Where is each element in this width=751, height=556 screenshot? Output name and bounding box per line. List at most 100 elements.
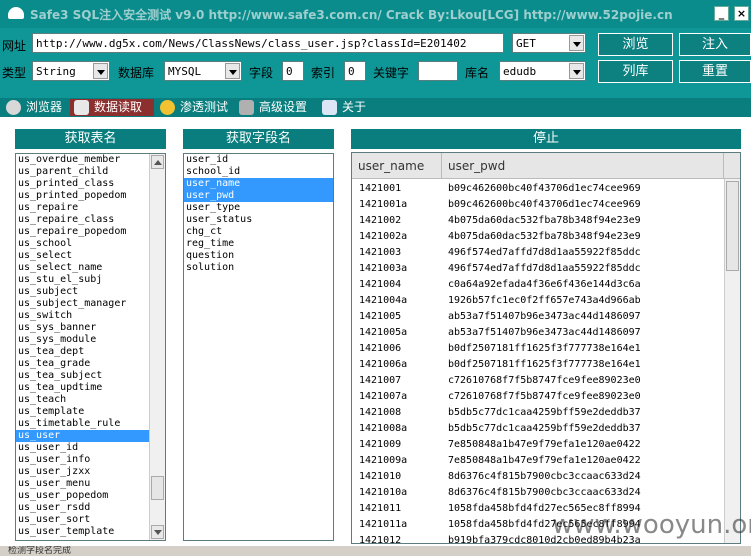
close-button[interactable]: × xyxy=(734,6,749,21)
table-list-item[interactable]: us_switch xyxy=(16,310,149,322)
table-list-item[interactable]: us_tea_updtime xyxy=(16,382,149,394)
table-list-item[interactable]: us_repaire xyxy=(16,202,149,214)
cell-user-name: 1421003 xyxy=(359,247,402,258)
globe-icon xyxy=(6,100,21,115)
keyword-input[interactable] xyxy=(418,61,458,81)
field-list-item[interactable]: question xyxy=(184,250,333,262)
dbname-select[interactable]: edudb xyxy=(499,61,586,81)
table-list-item[interactable]: us_user_jzxx xyxy=(16,466,149,478)
column-header-user-name[interactable]: user_name xyxy=(352,153,442,179)
table-list-item[interactable]: us_user_id xyxy=(16,442,149,454)
table-list-item[interactable]: us_select_name xyxy=(16,262,149,274)
field-list-item[interactable]: school_id xyxy=(184,166,333,178)
table-row[interactable]: 1421007 c72610768f7f5b8747fce9fee89023e0 xyxy=(352,373,724,389)
tables-list[interactable]: us_overdue_member us_parent_child us_print… xyxy=(15,153,166,541)
table-row[interactable]: 1421008 b5db5c77dc1caa4259bff59e2deddb37 xyxy=(352,405,724,421)
tab-advanced[interactable]: 高级设置 xyxy=(235,99,315,116)
table-list-item[interactable]: us_stu_el_subj xyxy=(16,274,149,286)
chevron-down-icon xyxy=(93,63,108,79)
field-list-item[interactable]: user_pwd xyxy=(184,190,333,202)
scroll-down-icon[interactable] xyxy=(151,525,164,539)
inject-button[interactable]: 注入 xyxy=(679,33,751,56)
minimize-button[interactable]: _ xyxy=(714,6,729,21)
tab-pentest[interactable]: 渗透测试 xyxy=(156,99,232,116)
table-list-item[interactable]: us_user xyxy=(16,430,149,442)
table-row[interactable]: 1421010a 8d6376c4f815b7900cbc3ccaac633d24 xyxy=(352,485,724,501)
stop-button[interactable]: 停止 xyxy=(351,129,741,149)
scroll-thumb[interactable] xyxy=(151,476,164,500)
table-list-item[interactable]: us_timetable_rule xyxy=(16,418,149,430)
index-input[interactable]: 0 xyxy=(344,61,366,81)
field-list-item[interactable]: user_type xyxy=(184,202,333,214)
table-list-item[interactable]: us_user_template xyxy=(16,526,149,538)
table-row[interactable]: 1421007a c72610768f7f5b8747fce9fee89023e0 xyxy=(352,389,724,405)
table-list-item[interactable]: us_overdue_member xyxy=(16,154,149,166)
scroll-up-icon[interactable] xyxy=(151,155,164,169)
fields-header[interactable]: 获取字段名 xyxy=(183,129,334,149)
field-list-item[interactable]: user_id xyxy=(184,154,333,166)
type-select[interactable]: String xyxy=(32,61,110,81)
table-row[interactable]: 1421004a 1926b57fc1ec0f2ff657e743a4d966ab xyxy=(352,293,724,309)
table-row[interactable]: 1421001 b09c462600bc40f43706d1ec74cee969 xyxy=(352,181,724,197)
table-row[interactable]: 1421008a b5db5c77dc1caa4259bff59e2deddb37 xyxy=(352,421,724,437)
table-row[interactable]: 1421006 b0df2507181ff1625f3f777738e164e1 xyxy=(352,341,724,357)
field-list-item[interactable]: user_status xyxy=(184,214,333,226)
table-list-item[interactable]: us_user_menu xyxy=(16,478,149,490)
table-list-item[interactable]: us_printed_popedom xyxy=(16,190,149,202)
browse-button[interactable]: 浏览 xyxy=(598,33,673,56)
column-header-user-pwd[interactable]: user_pwd xyxy=(442,153,724,179)
table-list-item[interactable]: us_tea_dept xyxy=(16,346,149,358)
table-row[interactable]: 1421005 ab53a7f51407b96e3473ac44d1486097 xyxy=(352,309,724,325)
table-list-item[interactable]: us_sys_module xyxy=(16,334,149,346)
table-list-item[interactable]: us_template xyxy=(16,406,149,418)
table-row[interactable]: 1421010 8d6376c4f815b7900cbc3ccaac633d24 xyxy=(352,469,724,485)
reset-button[interactable]: 重置 xyxy=(679,60,751,83)
table-list-item[interactable]: us_printed_class xyxy=(16,178,149,190)
table-list-item[interactable]: us_school xyxy=(16,238,149,250)
fields-list[interactable]: user_id school_id user_name user_pwd user_ty… xyxy=(183,153,334,541)
table-row[interactable]: 1421005a ab53a7f51407b96e3473ac44d1486097 xyxy=(352,325,724,341)
data-grid[interactable]: user_name user_pwd 1421001 b09c462600bc40… xyxy=(351,152,741,544)
table-row[interactable]: 1421003a 496f574ed7affd7d8d1aa55922f85ddc xyxy=(352,261,724,277)
db-select[interactable]: MYSQL xyxy=(164,61,242,81)
table-list-item[interactable]: us_select xyxy=(16,250,149,262)
scroll-thumb[interactable] xyxy=(726,181,739,271)
table-row[interactable]: 1421002 4b075da60dac532fba78b348f94e23e9 xyxy=(352,213,724,229)
tab-browser[interactable]: 浏览器 xyxy=(2,99,68,116)
method-value: GET xyxy=(516,37,536,50)
field-list-item[interactable]: solution xyxy=(184,262,333,274)
method-select[interactable]: GET xyxy=(512,33,586,53)
cell-user-name: 1421007 xyxy=(359,375,402,386)
table-list-item[interactable]: us_user_sort xyxy=(16,514,149,526)
table-list-item[interactable]: us_repaire_class xyxy=(16,214,149,226)
table-list-item[interactable]: us_subject_manager xyxy=(16,298,149,310)
tables-header[interactable]: 获取表名 xyxy=(15,129,166,149)
table-list-item[interactable]: us_sys_banner xyxy=(16,322,149,334)
table-row[interactable]: 1421002a 4b075da60dac532fba78b348f94e23e9 xyxy=(352,229,724,245)
table-row[interactable]: 1421004 c0a64a92efada4f36e6f436e144d3c6a xyxy=(352,277,724,293)
grid-scrollbar[interactable] xyxy=(724,179,740,543)
table-list-item[interactable]: us_user_popedom xyxy=(16,490,149,502)
table-list-item[interactable]: us_teach xyxy=(16,394,149,406)
tab-about[interactable]: 关于 xyxy=(318,99,376,116)
table-list-item[interactable]: us_parent_child xyxy=(16,166,149,178)
table-row[interactable]: 1421006a b0df2507181ff1625f3f777738e164e1 xyxy=(352,357,724,373)
field-list-item[interactable]: user_name xyxy=(184,178,333,190)
table-list-item[interactable]: us_tea_subject xyxy=(16,370,149,382)
table-list-item[interactable]: us_tea_grade xyxy=(16,358,149,370)
tables-scrollbar[interactable] xyxy=(149,154,165,540)
table-row[interactable]: 1421009a 7e850848a1b47e9f79efa1e120ae0422 xyxy=(352,453,724,469)
table-list-item[interactable]: us_user_info xyxy=(16,454,149,466)
field-list-item[interactable]: reg_time xyxy=(184,238,333,250)
table-row[interactable]: 1421001a b09c462600bc40f43706d1ec74cee969 xyxy=(352,197,724,213)
table-list-item[interactable]: us_repaire_popedom xyxy=(16,226,149,238)
table-list-item[interactable]: us_subject xyxy=(16,286,149,298)
field-list-item[interactable]: chg_ct xyxy=(184,226,333,238)
list-db-button[interactable]: 列库 xyxy=(598,60,673,83)
table-row[interactable]: 1421009 7e850848a1b47e9f79efa1e120ae0422 xyxy=(352,437,724,453)
table-row[interactable]: 1421003 496f574ed7affd7d8d1aa55922f85ddc xyxy=(352,245,724,261)
table-list-item[interactable]: us_user_rsdd xyxy=(16,502,149,514)
field-input[interactable]: 0 xyxy=(282,61,304,81)
tab-data-read[interactable]: 数据读取 xyxy=(70,99,154,116)
url-input[interactable]: http://www.dg5x.com/News/ClassNews/class… xyxy=(32,33,504,53)
